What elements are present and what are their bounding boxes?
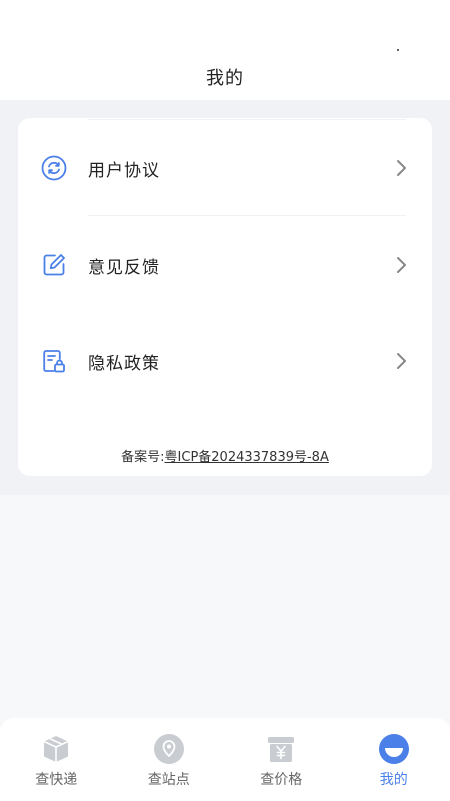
bottom-tab-bar: 查快递 查站点 查价格 我的 [0, 718, 450, 801]
menu-item-label: 意见反馈 [88, 257, 160, 278]
tab-profile[interactable]: 我的 [338, 718, 450, 801]
top-bar: 我的 [0, 0, 450, 100]
menu-item-label: 隐私政策 [88, 353, 160, 374]
document-lock-icon [40, 347, 68, 375]
icp-link[interactable]: 粤ICP备2024337839号-8A [165, 450, 329, 465]
tab-check-price[interactable]: 查价格 [225, 718, 338, 801]
tab-label: 查快递 [35, 772, 78, 788]
edit-icon [40, 251, 68, 279]
divider [88, 119, 406, 120]
menu-card: 用户协议 意见反馈 隐私政策 备案号:粤ICP备2024337839号-8A [18, 118, 432, 476]
tab-track-package[interactable]: 查快递 [0, 718, 113, 801]
icp-record: 备案号:粤ICP备2024337839号-8A [18, 446, 432, 465]
icp-prefix: 备案号: [121, 450, 165, 465]
menu-item-privacy-policy[interactable]: 隐私政策 [18, 333, 432, 389]
menu-item-user-agreement[interactable]: 用户协议 [18, 140, 432, 196]
location-pin-icon [153, 733, 185, 765]
chevron-right-icon [394, 352, 408, 370]
tab-find-station[interactable]: 查站点 [113, 718, 226, 801]
profile-icon [378, 733, 410, 765]
chevron-right-icon [394, 159, 408, 177]
chevron-right-icon [394, 256, 408, 274]
refresh-circle-icon [40, 154, 68, 182]
page-title: 我的 [206, 68, 244, 89]
price-tag-icon [265, 733, 297, 765]
package-icon [40, 733, 72, 765]
tab-label: 我的 [379, 772, 408, 788]
tab-label: 查价格 [260, 772, 303, 788]
tab-label: 查站点 [147, 772, 190, 788]
menu-item-feedback[interactable]: 意见反馈 [18, 237, 432, 293]
menu-item-label: 用户协议 [88, 160, 160, 181]
divider [88, 215, 406, 216]
status-indicator [397, 49, 399, 51]
